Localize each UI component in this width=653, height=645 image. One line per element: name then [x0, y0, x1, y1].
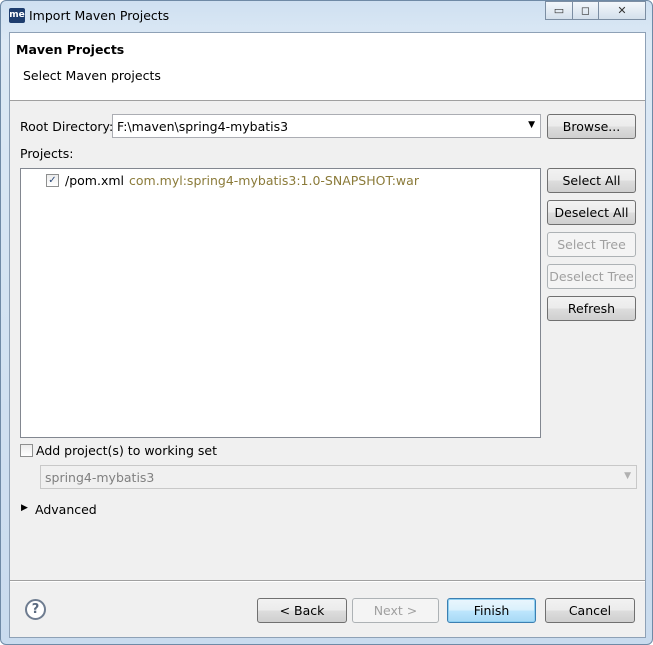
cancel-button[interactable]: Cancel [545, 598, 635, 623]
select-tree-button[interactable]: Select Tree [547, 232, 636, 257]
page-title: Maven Projects [16, 42, 125, 57]
wizard-header: Maven Projects Select Maven projects [10, 33, 645, 101]
maximize-button[interactable]: ◻ [572, 1, 599, 20]
back-button[interactable]: < Back [257, 598, 347, 623]
refresh-button[interactable]: Refresh [547, 296, 636, 321]
deselect-all-button[interactable]: Deselect All [547, 200, 636, 225]
project-coordinates: com.myl:spring4-mybatis3:1.0-SNAPSHOT:wa… [129, 173, 419, 188]
root-directory-label: Root Directory: [20, 119, 114, 134]
root-directory-combo[interactable]: F:\maven\spring4-mybatis3 ▼ [112, 114, 541, 138]
maven-app-icon: me [9, 8, 25, 23]
projects-tree[interactable]: ✓ /pom.xml com.myl:spring4-mybatis3:1.0-… [20, 168, 541, 438]
finish-button[interactable]: Finish [447, 598, 536, 623]
chevron-down-icon[interactable]: ▼ [624, 471, 631, 481]
dialog-window: me Import Maven Projects ▭ ◻ ✕ Maven Pro… [0, 0, 653, 645]
tree-item[interactable]: ✓ /pom.xml com.myl:spring4-mybatis3:1.0-… [46, 173, 526, 189]
project-name: /pom.xml [65, 173, 124, 188]
help-icon[interactable]: ? [25, 599, 46, 620]
page-description: Select Maven projects [23, 68, 161, 83]
window-title: Import Maven Projects [29, 8, 170, 23]
next-button[interactable]: Next > [352, 598, 439, 623]
working-set-combo[interactable]: spring4-mybatis3 ▼ [40, 465, 637, 489]
deselect-tree-button[interactable]: Deselect Tree [547, 264, 636, 289]
projects-label: Projects: [20, 146, 74, 161]
footer-divider [10, 580, 645, 582]
close-button[interactable]: ✕ [598, 1, 646, 20]
expand-triangle-icon[interactable]: ▶ [21, 503, 28, 513]
minimize-button[interactable]: ▭ [545, 1, 573, 20]
project-checkbox[interactable]: ✓ [46, 174, 59, 187]
chevron-down-icon[interactable]: ▼ [528, 120, 535, 130]
working-set-value: spring4-mybatis3 [45, 470, 155, 485]
select-all-button[interactable]: Select All [547, 168, 636, 193]
dialog-body: Maven Projects Select Maven projects Roo… [9, 32, 646, 638]
working-set-checkbox[interactable] [20, 444, 33, 457]
working-set-label: Add project(s) to working set [36, 443, 217, 458]
advanced-toggle[interactable]: Advanced [35, 502, 97, 517]
browse-button[interactable]: Browse... [547, 114, 636, 139]
root-directory-value: F:\maven\spring4-mybatis3 [117, 119, 289, 134]
